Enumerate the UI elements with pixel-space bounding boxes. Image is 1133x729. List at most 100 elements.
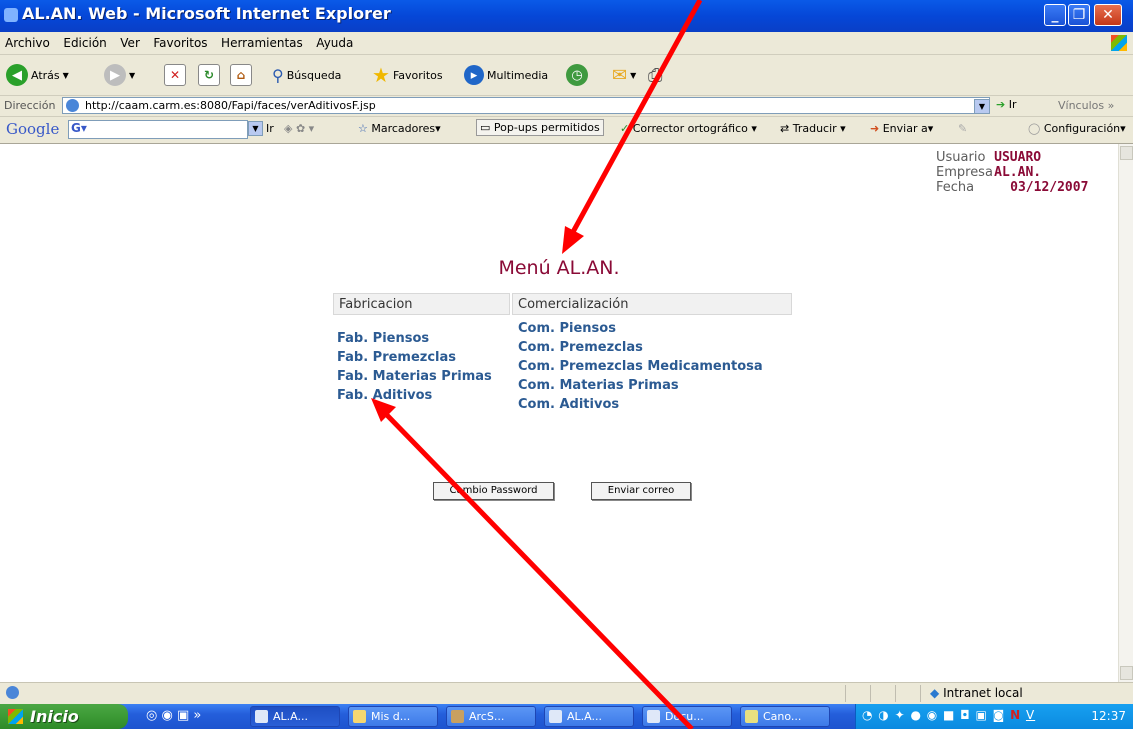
page-status-icon [6,686,19,699]
link-fab-premezclas[interactable]: Fab. Premezclas [337,350,456,365]
send-mail-button[interactable]: Enviar correo [591,482,691,500]
search-button[interactable]: ⚲ Búsqueda [272,63,341,87]
link-fab-piensos[interactable]: Fab. Piensos [337,331,429,346]
spell-label: Corrector ortográfico [632,122,748,135]
task-label: Mis d... [371,710,411,723]
quicklaunch-icons[interactable]: ◎ ◉ ▣ » [146,708,201,723]
popups-label: Pop-ups permitidos [493,121,600,134]
history-icon: ◷ [566,64,588,86]
address-dropdown-icon[interactable]: ▼ [974,99,990,114]
status-divider [895,685,896,702]
go-arrow-icon: ➔ [996,98,1006,111]
menu-ver[interactable]: Ver [115,32,145,50]
start-button[interactable]: Inicio [0,704,128,729]
settings-label: Configuración [1043,122,1121,135]
menu-herramientas[interactable]: Herramientas [216,32,308,50]
highlight-icon[interactable]: ✎ [958,122,967,135]
date-value: 03/12/2007 [1010,180,1089,195]
settings-button[interactable]: ◯ Configuración▾ [1028,122,1126,135]
links-button[interactable]: Vínculos » [1058,99,1114,112]
user-label: Usuario [936,150,986,165]
mail-button[interactable]: ✉ ▼ [612,63,636,87]
scroll-up-icon[interactable] [1120,146,1133,160]
company-value: AL.AN. [994,165,1042,180]
stop-button[interactable]: ✕ [164,63,186,87]
change-password-button[interactable]: Cambio Password [433,482,554,500]
minimize-button[interactable]: _ [1044,4,1066,26]
translate-button[interactable]: ⇄ Traducir ▾ [780,122,846,135]
search-icon: ⚲ [272,65,284,85]
intranet-icon: ◆ [930,686,940,700]
task-mis-documentos[interactable]: Mis d... [348,706,438,727]
task-label: ArcS... [469,710,505,723]
google-go-button[interactable]: Ir [266,122,274,135]
maximize-button[interactable]: ❐ [1068,4,1090,26]
google-logo: Google [6,120,60,138]
address-bar: Dirección http://caam.carm.es:8080/Fapi/… [0,96,1133,117]
scroll-down-icon[interactable] [1120,666,1133,680]
standard-toolbar: ◀ Atrás ▼ ▶ ▼ ✕ ↻ ⌂ ⚲ Búsqueda ★ Favoritos… [0,55,1133,96]
spellcheck-button[interactable]: ✓ Corrector ortográfico ▾ [620,122,757,135]
link-com-premezclas[interactable]: Com. Premezclas [518,340,643,355]
column-header-comercializacion: Comercialización [512,293,792,315]
link-com-premezclas-medicamentosa[interactable]: Com. Premezclas Medicamentosa [518,359,763,374]
menu-bar: Archivo Edición Ver Favoritos Herramient… [0,32,1133,55]
task-cano[interactable]: Cano... [740,706,830,727]
favorites-button[interactable]: ★ Favoritos [372,63,443,87]
system-tray: ◔ ◑ ✦ ● ◉ ■ ◘ ▣ ◙ N V 12:37 [855,704,1133,729]
tray-icons[interactable]: ◔ ◑ ✦ ● ◉ ■ ◘ ▣ ◙ N V [862,708,1035,722]
home-button[interactable]: ⌂ [230,63,252,87]
bookmarks-button[interactable]: ☆ Marcadores▾ [358,122,441,135]
go-label: Ir [1008,98,1017,111]
print-button[interactable]: ⎙ [648,63,662,87]
forward-button[interactable]: ▶ ▼ [104,63,135,87]
word-icon [549,710,562,723]
history-button[interactable]: ◷ [566,63,588,87]
menu-archivo[interactable]: Archivo [0,32,55,50]
search-label: Búsqueda [286,68,342,82]
link-com-aditivos[interactable]: Com. Aditivos [518,397,619,412]
media-icon: ▸ [464,65,484,85]
start-label: Inicio [30,707,79,726]
link-com-materias-primas[interactable]: Com. Materias Primas [518,378,679,393]
google-search-input[interactable]: G▾ [68,120,248,139]
task-alan-word[interactable]: AL.A... [544,706,634,727]
zone-indicator: ◆ Intranet local [930,686,1023,700]
send-icon: ➜ [870,122,880,135]
google-options-icon[interactable]: ◈ ✿ ▾ [284,122,314,135]
menu-edicion[interactable]: Edición [58,32,111,50]
page-title: Menú AL.AN. [498,257,620,279]
translate-label: Traducir [792,122,837,135]
menu-favoritos[interactable]: Favoritos [148,32,212,50]
address-input[interactable]: http://caam.carm.es:8080/Fapi/faces/verA… [62,97,990,114]
send-label: Enviar a [882,122,928,135]
settings-icon: ◯ [1028,122,1041,135]
close-button[interactable]: ✕ [1094,4,1122,26]
task-alan-ie[interactable]: AL.A... [250,706,340,727]
popup-icon: ▭ [480,121,491,134]
bookmarks-label: Marcadores [371,122,436,135]
refresh-button[interactable]: ↻ [198,63,220,87]
link-fab-aditivos[interactable]: Fab. Aditivos [337,388,432,403]
task-label: AL.A... [273,710,308,723]
refresh-icon: ↻ [198,64,220,86]
task-documento[interactable]: Docu... [642,706,732,727]
address-label: Dirección [4,99,56,112]
home-icon: ⌂ [230,64,252,86]
menu-ayuda[interactable]: Ayuda [311,32,358,50]
send-button[interactable]: ➜ Enviar a▾ [870,122,933,135]
multimedia-button[interactable]: ▸ Multimedia [464,63,548,87]
google-dropdown-icon[interactable]: ▼ [248,121,263,136]
task-arcs[interactable]: ArcS... [446,706,536,727]
cano-icon [745,710,758,723]
vertical-scrollbar[interactable] [1118,144,1133,682]
task-icon [255,710,268,723]
mail-icon: ✉ [612,64,628,86]
favorites-label: Favoritos [392,68,443,82]
go-button[interactable]: ➔ Ir [996,98,1017,111]
word-icon [647,710,660,723]
link-com-piensos[interactable]: Com. Piensos [518,321,616,336]
link-fab-materias-primas[interactable]: Fab. Materias Primas [337,369,492,384]
popups-button[interactable]: ▭ Pop-ups permitidos [476,119,604,136]
back-button[interactable]: ◀ Atrás ▼ [6,63,69,87]
